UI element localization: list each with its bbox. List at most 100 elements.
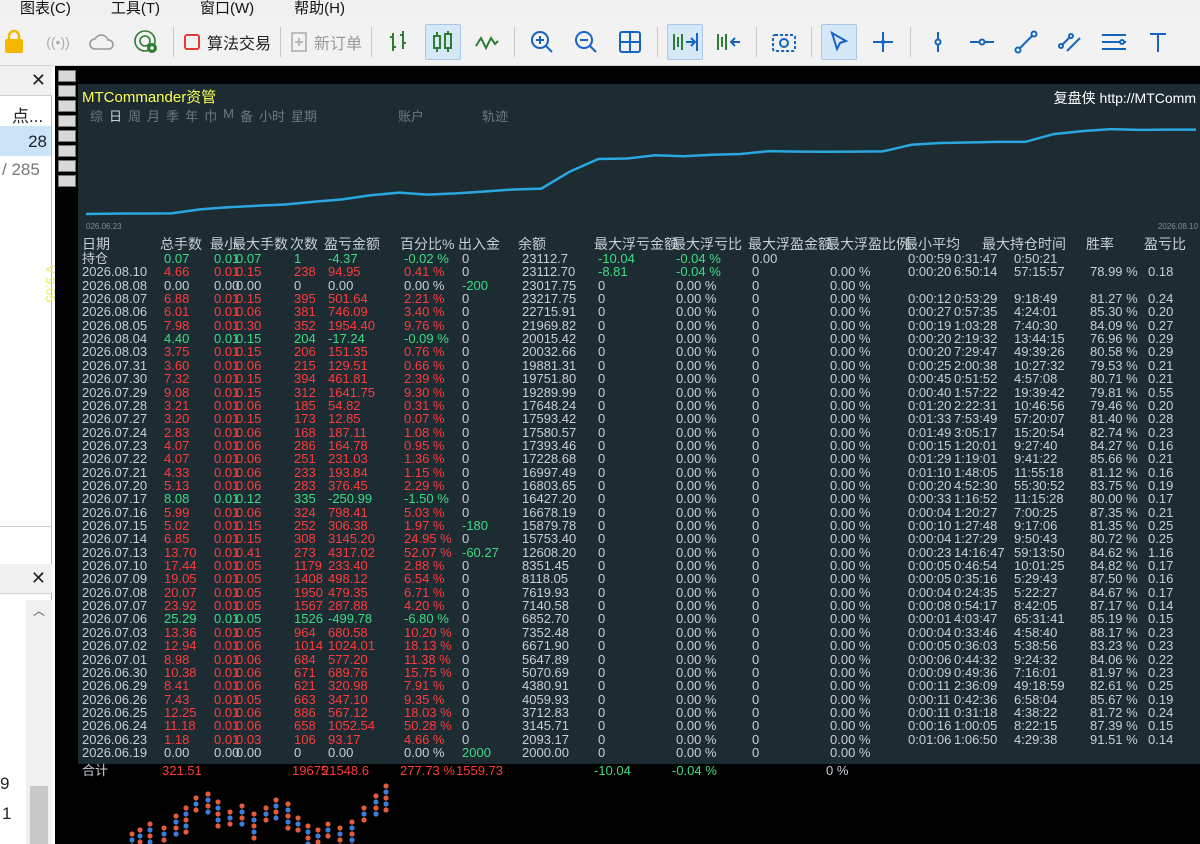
table-row[interactable]: 2026.06.26 7.43 0.01 0.05 663 347.10 9.35 % 0 40… bbox=[82, 693, 1200, 706]
candle-marker bbox=[251, 811, 257, 841]
menu-tools[interactable]: 工具(T) bbox=[111, 1, 160, 16]
signal-icon[interactable]: ((•)) bbox=[40, 24, 76, 60]
table-row[interactable]: 2026.07.13 13.70 0.01 0.41 273 4317.02 52.07 %… bbox=[82, 546, 1200, 559]
table-row[interactable]: 2026.07.17 8.08 0.01 0.12 335 -250.99 -1.50 % 0… bbox=[82, 492, 1200, 505]
cursor-icon[interactable] bbox=[821, 23, 858, 60]
vertical-line-icon[interactable] bbox=[920, 24, 956, 60]
close-icon[interactable]: ✕ bbox=[31, 70, 46, 91]
table-row[interactable]: 2026.07.20 5.13 0.01 0.06 283 376.45 2.29 % 0 16… bbox=[82, 479, 1200, 492]
table-row[interactable]: 持仓 0.07 0.01 0.07 1 -4.37 -0.02 % 0 23112.7 -10.0… bbox=[82, 252, 1200, 265]
table-row[interactable]: 2026.07.09 19.05 0.01 0.05 1408 498.12 6.54 % 0… bbox=[82, 572, 1200, 585]
table-row[interactable]: 2026.07.10 17.44 0.01 0.05 1179 233.40 2.88 % 0… bbox=[82, 559, 1200, 572]
indicator-item[interactable] bbox=[58, 160, 76, 172]
cell-date: 2026.07.28 bbox=[82, 397, 148, 413]
horizontal-line-icon[interactable] bbox=[964, 24, 1000, 60]
scroll-up-icon[interactable]: ︿ bbox=[33, 602, 45, 619]
trendline-icon[interactable] bbox=[1008, 24, 1044, 60]
column-header[interactable]: 最大浮盈比例 bbox=[826, 234, 910, 254]
column-header[interactable]: 盈亏比 bbox=[1144, 234, 1186, 254]
table-row[interactable]: 2026.07.14 6.85 0.01 0.15 308 3145.20 24.95 % 0… bbox=[82, 532, 1200, 545]
zoom-in-icon[interactable] bbox=[524, 24, 560, 60]
table-row[interactable]: 2026.08.08 0.00 0.00 0.00 0 0.00 0.00 % -200 230… bbox=[82, 279, 1200, 292]
table-row[interactable]: 2026.07.02 12.94 0.01 0.06 1014 1024.01 18.13 … bbox=[82, 639, 1200, 652]
table-row[interactable]: 2026.08.04 4.40 0.01 0.15 204 -17.24 -0.09 % 0 2… bbox=[82, 332, 1200, 345]
table-row[interactable]: 2026.07.06 25.29 0.01 0.05 1526 -499.78 -6.80 … bbox=[82, 612, 1200, 625]
text-tool-icon[interactable] bbox=[1140, 24, 1176, 60]
lock-icon[interactable] bbox=[0, 24, 32, 60]
autoscroll-icon[interactable] bbox=[667, 23, 704, 60]
table-row[interactable]: 2026.08.07 6.88 0.01 0.15 395 501.64 2.21 % 0 23… bbox=[82, 292, 1200, 305]
indicator-item[interactable] bbox=[58, 145, 76, 157]
cell-io: 0 bbox=[462, 317, 470, 333]
table-row[interactable]: 2026.07.28 3.21 0.01 0.06 185 54.82 0.31 % 0 176… bbox=[82, 399, 1200, 412]
table-row[interactable]: 2026.06.24 11.18 0.01 0.06 658 1052.54 50.28 %… bbox=[82, 719, 1200, 732]
market-watch-item[interactable]: 点... bbox=[12, 102, 43, 127]
table-row[interactable]: 2026.07.29 9.08 0.01 0.15 312 1641.75 9.30 % 0 1… bbox=[82, 386, 1200, 399]
table-row[interactable]: 2026.07.08 20.07 0.01 0.05 1950 479.35 6.71 % 0… bbox=[82, 586, 1200, 599]
menu-help[interactable]: 帮助(H) bbox=[294, 1, 345, 16]
table-row[interactable]: 2026.06.19 0.00 0.00 0.00 0 0.00 0.00 % 2000 200… bbox=[82, 746, 1200, 759]
cell-ratio: 0.27 bbox=[1148, 317, 1174, 333]
crosshair-icon[interactable] bbox=[865, 24, 901, 60]
menu-window[interactable]: 窗口(W) bbox=[200, 1, 254, 16]
table-row[interactable]: 2026.08.05 7.98 0.01 0.30 352 1954.40 9.76 % 0 2… bbox=[82, 319, 1200, 332]
new-order-button[interactable]: 新订单 bbox=[290, 24, 362, 60]
candle-marker bbox=[349, 819, 355, 844]
screenshot-icon[interactable] bbox=[766, 24, 802, 60]
table-row[interactable]: 2026.08.03 3.75 0.01 0.15 206 151.35 0.76 % 0 20… bbox=[82, 345, 1200, 358]
table-row[interactable]: 2026.07.03 13.36 0.01 0.05 964 680.58 10.20 % 0… bbox=[82, 626, 1200, 639]
cell-mfl: 0 bbox=[598, 651, 606, 667]
algo-trading-button[interactable]: 算法交易 bbox=[183, 24, 271, 60]
table-row[interactable]: 2026.06.23 1.18 0.01 0.03 106 93.17 4.66 % 0 209… bbox=[82, 733, 1200, 746]
cell-max: 0.07 bbox=[236, 251, 262, 266]
candlestick-icon[interactable] bbox=[425, 23, 462, 60]
indicator-item[interactable] bbox=[58, 115, 76, 127]
bar-chart-icon[interactable] bbox=[381, 24, 417, 60]
menu-chart[interactable]: 图表(C) bbox=[20, 1, 71, 16]
table-row[interactable]: 2026.06.30 10.38 0.01 0.06 671 689.76 15.75 % 0… bbox=[82, 666, 1200, 679]
indicator-item[interactable] bbox=[58, 85, 76, 97]
column-header[interactable]: 胜率 bbox=[1086, 234, 1114, 254]
market-watch-selected-row[interactable]: 28 bbox=[0, 126, 51, 156]
table-row[interactable]: 2026.07.31 3.60 0.01 0.06 215 129.51 0.66 % 0 19… bbox=[82, 359, 1200, 372]
table-row[interactable]: 2026.07.01 8.98 0.01 0.06 684 577.20 11.38 % 0 5… bbox=[82, 653, 1200, 666]
fibonacci-icon[interactable] bbox=[1096, 24, 1132, 60]
cell-io: 0 bbox=[462, 304, 470, 320]
vps-icon[interactable] bbox=[128, 24, 164, 60]
line-chart-icon[interactable] bbox=[469, 24, 505, 60]
channel-icon[interactable] bbox=[1052, 24, 1088, 60]
indicator-item[interactable] bbox=[58, 175, 76, 187]
table-row[interactable]: 2026.08.06 6.01 0.01 0.06 381 746.09 3.40 % 0 22… bbox=[82, 305, 1200, 318]
cell-io: 0 bbox=[462, 718, 470, 734]
table-row[interactable]: 2026.06.29 8.41 0.01 0.06 621 320.98 7.91 % 0 43… bbox=[82, 679, 1200, 692]
table-row[interactable]: 2026.07.23 4.07 0.01 0.06 286 164.78 0.95 % 0 17… bbox=[82, 439, 1200, 452]
mtc-link[interactable]: 复盘侠 http://MTComm bbox=[1054, 88, 1196, 108]
cell-tmin: 0:00:04 bbox=[908, 624, 952, 640]
table-row[interactable]: 2026.07.24 2.83 0.01 0.06 168 187.11 1.08 % 0 17… bbox=[82, 426, 1200, 439]
table-row[interactable]: 2026.07.15 5.02 0.01 0.15 252 306.38 1.97 % -18… bbox=[82, 519, 1200, 532]
tile-windows-icon[interactable] bbox=[612, 24, 648, 60]
table-row[interactable]: 2026.07.07 23.92 0.01 0.05 1567 287.88 4.20 % 0… bbox=[82, 599, 1200, 612]
scrollbar-thumb[interactable] bbox=[30, 786, 48, 844]
cell-tavg: 4:52:30 bbox=[954, 477, 998, 493]
cell-mfp: 0.00 bbox=[752, 251, 778, 266]
close-icon[interactable]: ✕ bbox=[31, 568, 46, 589]
zoom-out-icon[interactable] bbox=[568, 24, 604, 60]
navigator-scrollbar[interactable]: ︿ bbox=[26, 600, 52, 844]
left-panel: ✕ 点... 28 / 285 ✕ ︿ 9 1 bbox=[0, 66, 52, 844]
cell-mfp: 0 bbox=[752, 518, 760, 533]
chart-shift-icon[interactable] bbox=[711, 24, 747, 60]
indicator-item[interactable] bbox=[58, 100, 76, 112]
cloud-icon[interactable] bbox=[84, 24, 120, 60]
table-row[interactable]: 2026.07.16 5.99 0.01 0.06 324 798.41 5.03 % 0 16… bbox=[82, 506, 1200, 519]
table-row[interactable]: 2026.07.21 4.33 0.01 0.06 233 193.84 1.15 % 0 16… bbox=[82, 466, 1200, 479]
toolbar-separator bbox=[371, 26, 373, 57]
table-row[interactable]: 2026.07.27 3.20 0.01 0.15 173 12.85 0.07 % 0 175… bbox=[82, 412, 1200, 425]
cell-ratio: 0.19 bbox=[1148, 477, 1174, 493]
table-row[interactable]: 2026.07.30 7.32 0.01 0.15 394 461.81 2.39 % 0 19… bbox=[82, 372, 1200, 385]
indicator-item[interactable] bbox=[58, 70, 76, 82]
indicator-item[interactable] bbox=[58, 130, 76, 142]
table-row[interactable]: 2026.08.10 4.66 0.01 0.15 238 94.95 0.41 % 0 231… bbox=[82, 265, 1200, 278]
table-row[interactable]: 2026.06.25 12.25 0.01 0.06 886 567.12 18.03 % 0… bbox=[82, 706, 1200, 719]
table-row[interactable]: 2026.07.22 4.07 0.01 0.06 251 231.03 1.36 % 0 17… bbox=[82, 452, 1200, 465]
